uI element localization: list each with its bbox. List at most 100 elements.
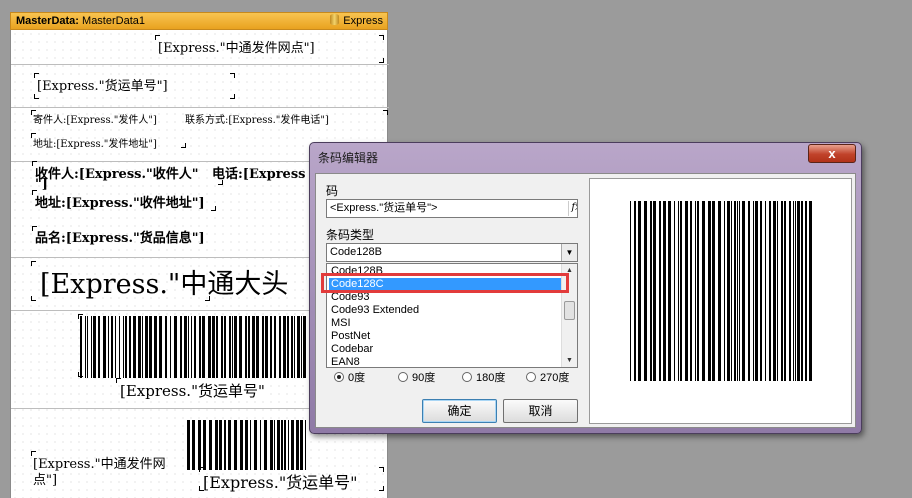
rotation-radio-0[interactable]: 0度 <box>334 369 365 385</box>
radio-dot-icon <box>526 372 536 382</box>
close-button[interactable]: x <box>808 144 856 163</box>
selection-corner <box>31 261 36 266</box>
selection-corner <box>379 58 384 63</box>
barcode-bar <box>797 201 800 381</box>
barcode-type-value: Code128B <box>330 246 382 258</box>
barcode-bar <box>234 316 237 378</box>
barcode-bar <box>634 201 636 381</box>
bottom-waybill-field[interactable]: [Express."货运单号" <box>203 469 358 493</box>
barcode-bar <box>668 201 671 381</box>
selection-corner <box>34 94 39 99</box>
barcode-bar <box>674 201 675 381</box>
barcode-bar <box>87 316 88 378</box>
chevron-down-icon[interactable]: ▼ <box>561 244 577 261</box>
report-barcode-small[interactable] <box>187 420 309 470</box>
dialog-title: 条码编辑器 <box>318 151 379 165</box>
selection-corner <box>31 133 36 138</box>
receiver-address-field[interactable]: 地址:[Express."收件地址"] <box>35 192 205 211</box>
barcode-bar <box>300 420 303 470</box>
barcode-bar <box>145 316 148 378</box>
barcode-bar <box>209 420 212 470</box>
code-expression-input[interactable]: <Express."货运单号"> fx <box>326 199 578 218</box>
selection-corner <box>205 296 210 301</box>
barcode-bar <box>165 316 167 378</box>
barcode-bar <box>228 420 231 470</box>
goods-field[interactable]: 品名:[Express."货品信息"] <box>35 227 205 246</box>
barcode-bar <box>781 201 783 381</box>
selection-corner <box>379 467 384 472</box>
barcode-bar <box>199 316 201 378</box>
barcode-bar <box>755 201 758 381</box>
barcode-bar <box>248 316 250 378</box>
selection-corner <box>379 35 384 40</box>
preview-barcode <box>630 201 813 381</box>
rotation-radio-270[interactable]: 270度 <box>526 369 569 385</box>
barcode-bar <box>254 420 257 470</box>
selection-corner <box>32 161 37 166</box>
barcode-bar <box>702 201 705 381</box>
report-barcode[interactable] <box>80 316 308 378</box>
waybill-field[interactable]: [Express."货运单号"] <box>37 75 168 94</box>
list-item[interactable]: EAN8 <box>329 356 563 367</box>
barcode-bar <box>739 201 740 381</box>
receiver-phone-field[interactable]: 电话:[Express <box>212 163 305 182</box>
destination-field[interactable]: [Express."中通大头 <box>40 262 288 301</box>
band-row-divider <box>11 64 389 65</box>
selection-corner <box>199 467 204 472</box>
barcode-bar <box>234 420 237 470</box>
sender-phone-field[interactable]: 联系方式:[Express."发件电话"] <box>185 111 329 126</box>
sender-address-field[interactable]: 地址:[Express."发件地址"] <box>33 135 157 150</box>
barcode-type-select[interactable]: Code128B ▼ <box>326 243 578 262</box>
barcode-bar <box>678 201 679 381</box>
list-item[interactable]: MSI <box>329 317 563 330</box>
barcode-bar <box>219 420 222 470</box>
function-button[interactable]: fx <box>568 201 577 216</box>
barcode-bar <box>252 316 255 378</box>
scrollbar-thumb[interactable] <box>564 301 575 320</box>
radio-dot-icon <box>334 372 344 382</box>
barcode-bar <box>138 316 141 378</box>
barcode-bar <box>638 201 641 381</box>
barcode-bar <box>734 201 736 381</box>
rotation-radio-180[interactable]: 180度 <box>462 369 505 385</box>
list-item[interactable]: Code93 Extended <box>329 304 563 317</box>
barcode-caption[interactable]: [Express."货运单号" <box>120 380 265 401</box>
selection-corner <box>116 378 121 383</box>
rotation-radio-90[interactable]: 90度 <box>398 369 435 385</box>
barcode-bar <box>712 201 715 381</box>
site-field[interactable]: [Express."中通发件网点"] <box>158 37 315 56</box>
barcode-bar <box>93 316 96 378</box>
band-header[interactable]: MasterData: MasterData1 Express <box>10 12 388 30</box>
barcode-bar <box>115 316 116 378</box>
bottom-site-field-wrap: 点"] <box>33 473 58 488</box>
selection-corner <box>78 372 83 377</box>
list-item[interactable]: PostNet <box>329 330 563 343</box>
barcode-bar <box>809 201 812 381</box>
barcode-bar <box>187 420 190 470</box>
receiver-field[interactable]: 收件人:[Express."收件人" <box>35 163 199 182</box>
sender-field[interactable]: 寄件人:[Express."发件人"] <box>33 111 157 126</box>
scroll-down-icon[interactable]: ▼ <box>562 354 577 367</box>
barcode-bar <box>212 316 215 378</box>
rotation-label: 270度 <box>540 372 570 384</box>
barcode-bar <box>727 201 730 381</box>
barcode-bar <box>180 316 182 378</box>
list-item[interactable]: Codebar <box>329 343 563 356</box>
selection-corner <box>31 451 36 456</box>
selection-corner <box>155 35 160 40</box>
barcode-bar <box>760 201 762 381</box>
ok-button[interactable]: 确定 <box>422 399 497 423</box>
barcode-bar <box>260 420 261 470</box>
barcode-bar <box>301 316 302 378</box>
barcode-bar <box>274 420 275 470</box>
barcode-bar <box>644 201 647 381</box>
barcode-bar <box>297 316 300 378</box>
barcode-bar <box>174 316 177 378</box>
selection-corner <box>230 94 235 99</box>
barcode-bar <box>659 201 661 381</box>
barcode-bar <box>753 201 754 381</box>
barcode-bar <box>801 201 803 381</box>
barcode-bar <box>85 316 86 378</box>
cancel-button[interactable]: 取消 <box>503 399 578 423</box>
barcode-bar <box>291 316 293 378</box>
